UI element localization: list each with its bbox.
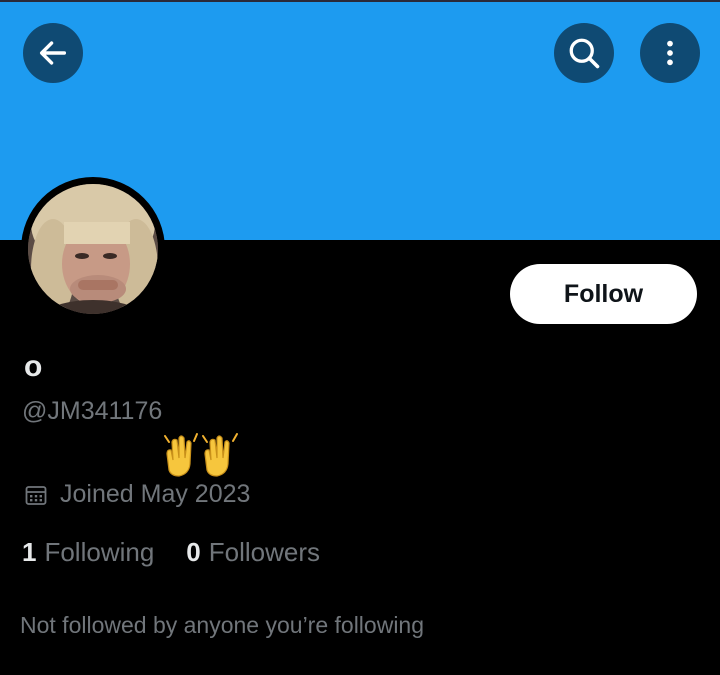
search-icon <box>569 38 600 69</box>
raising-hands-icon <box>163 430 241 478</box>
calendar-icon <box>25 485 47 505</box>
joined-text: Joined May 2023 <box>60 480 251 508</box>
following-link[interactable]: 1 Following <box>22 537 154 568</box>
more-options-button[interactable] <box>640 23 700 83</box>
followers-label: Followers <box>208 537 321 567</box>
following-count: 1 <box>22 537 37 567</box>
following-label: Following <box>44 537 155 567</box>
display-name: o <box>24 350 43 383</box>
not-followed-notice: Not followed by anyone you’re following <box>20 612 425 638</box>
arrow-left-icon <box>39 41 67 65</box>
followers-count: 0 <box>186 537 201 567</box>
more-vertical-icon <box>667 40 673 66</box>
avatar-image <box>28 184 158 314</box>
user-handle: @JM341176 <box>22 397 163 425</box>
search-button[interactable] <box>554 23 614 83</box>
follow-stats: 1 Following 0 Followers <box>22 537 352 568</box>
back-button[interactable] <box>23 23 83 83</box>
followers-link[interactable]: 0 Followers <box>186 537 320 568</box>
follow-button[interactable]: Follow <box>510 264 697 324</box>
avatar[interactable] <box>28 184 158 314</box>
joined-date: Joined May 2023 <box>24 480 250 509</box>
